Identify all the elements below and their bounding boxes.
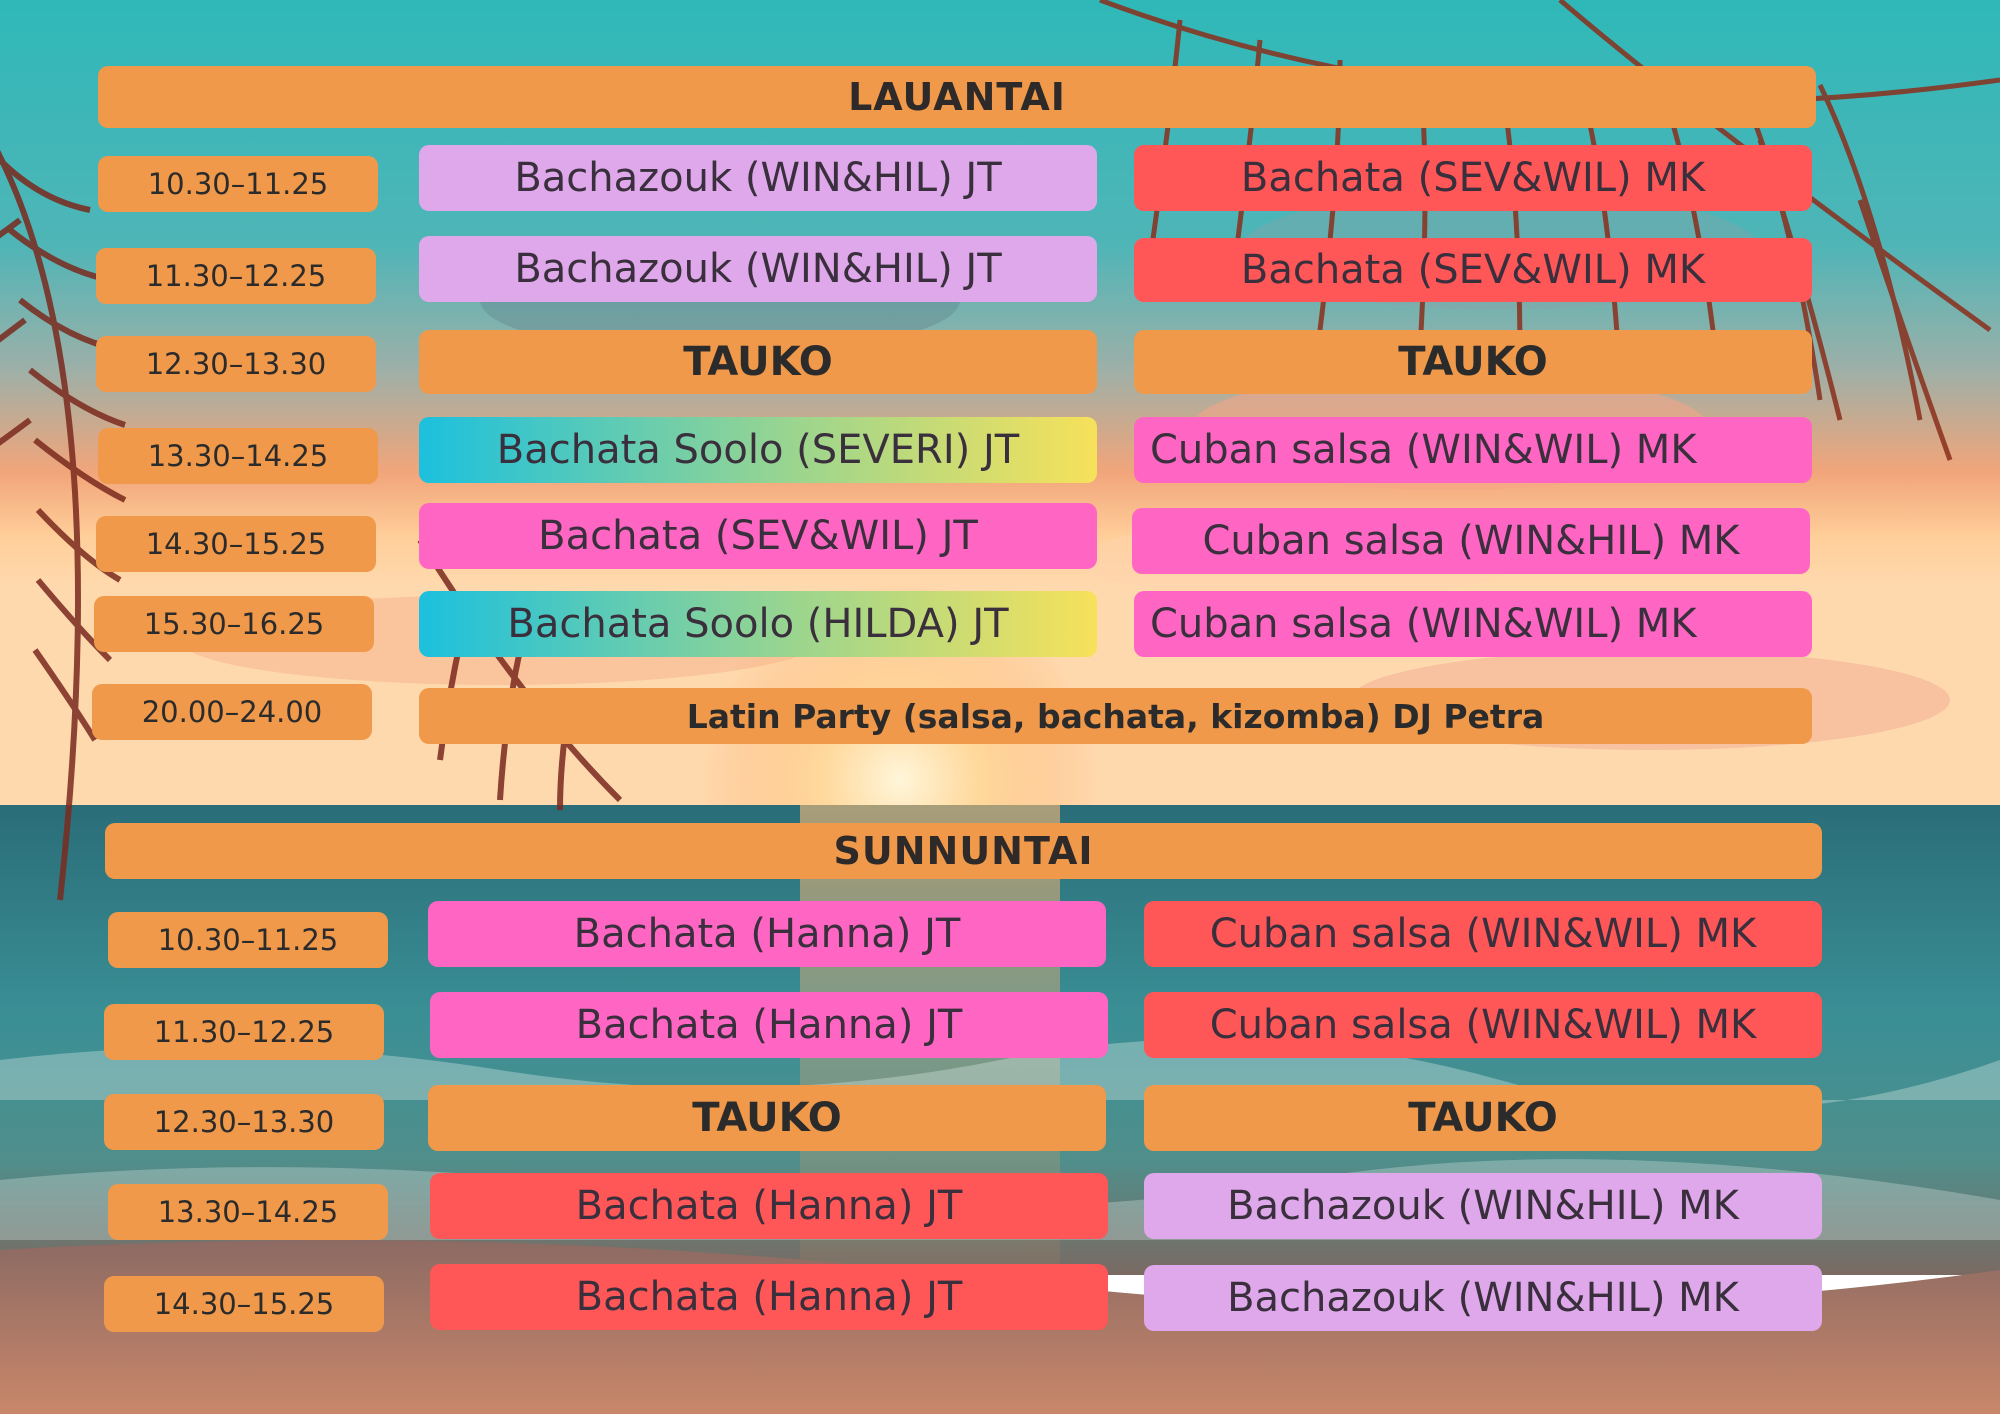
sunday-header: SUNNUNTAI	[105, 823, 1822, 879]
sunday-right-class-2: Cuban salsa (WIN&WIL) MK	[1144, 992, 1822, 1058]
saturday-right-class-1: Bachata (SEV&WIL) MK	[1134, 145, 1812, 211]
saturday-time-2: 11.30–12.25	[96, 248, 376, 304]
sunday-time-3: 12.30–13.30	[104, 1094, 384, 1150]
saturday-time-7: 20.00–24.00	[92, 684, 372, 740]
saturday-header: LAUANTAI	[98, 66, 1816, 128]
saturday-time-5: 14.30–15.25	[96, 516, 376, 572]
saturday-left-class-1: Bachazouk (WIN&HIL) JT	[419, 145, 1097, 211]
saturday-time-4: 13.30–14.25	[98, 428, 378, 484]
sunday-left-class-3: Bachata (Hanna) JT	[430, 1173, 1108, 1239]
saturday-right-class-4: Cuban salsa (WIN&HIL) MK	[1132, 508, 1810, 574]
sunday-right-class-4: Bachazouk (WIN&HIL) MK	[1144, 1265, 1822, 1331]
saturday-right-class-2: Bachata (SEV&WIL) MK	[1134, 238, 1812, 302]
saturday-right-class-5: Cuban salsa (WIN&WIL) MK	[1134, 591, 1812, 657]
sunday-time-5: 14.30–15.25	[104, 1276, 384, 1332]
saturday-time-6: 15.30–16.25	[94, 596, 374, 652]
saturday-time-3: 12.30–13.30	[96, 336, 376, 392]
sunday-left-break: TAUKO	[428, 1085, 1106, 1151]
sunday-time-4: 13.30–14.25	[108, 1184, 388, 1240]
sunday-left-class-2: Bachata (Hanna) JT	[430, 992, 1108, 1058]
sunday-left-class-4: Bachata (Hanna) JT	[430, 1264, 1108, 1330]
saturday-left-class-3: Bachata Soolo (SEVERI) JT	[419, 417, 1097, 483]
saturday-left-class-2: Bachazouk (WIN&HIL) JT	[419, 236, 1097, 302]
sunday-left-class-1: Bachata (Hanna) JT	[428, 901, 1106, 967]
sunday-right-class-1: Cuban salsa (WIN&WIL) MK	[1144, 901, 1822, 967]
saturday-right-class-3: Cuban salsa (WIN&WIL) MK	[1134, 417, 1812, 483]
sunday-right-class-3: Bachazouk (WIN&HIL) MK	[1144, 1173, 1822, 1239]
saturday-right-break: TAUKO	[1134, 330, 1812, 394]
saturday-left-break: TAUKO	[419, 330, 1097, 394]
saturday-time-1: 10.30–11.25	[98, 156, 378, 212]
sunday-time-2: 11.30–12.25	[104, 1004, 384, 1060]
sunday-right-break: TAUKO	[1144, 1085, 1822, 1151]
saturday-latin-party: Latin Party (salsa, bachata, kizomba) DJ…	[419, 688, 1812, 744]
saturday-left-class-4: Bachata (SEV&WIL) JT	[419, 503, 1097, 569]
sunday-time-1: 10.30–11.25	[108, 912, 388, 968]
saturday-left-class-5: Bachata Soolo (HILDA) JT	[419, 591, 1097, 657]
